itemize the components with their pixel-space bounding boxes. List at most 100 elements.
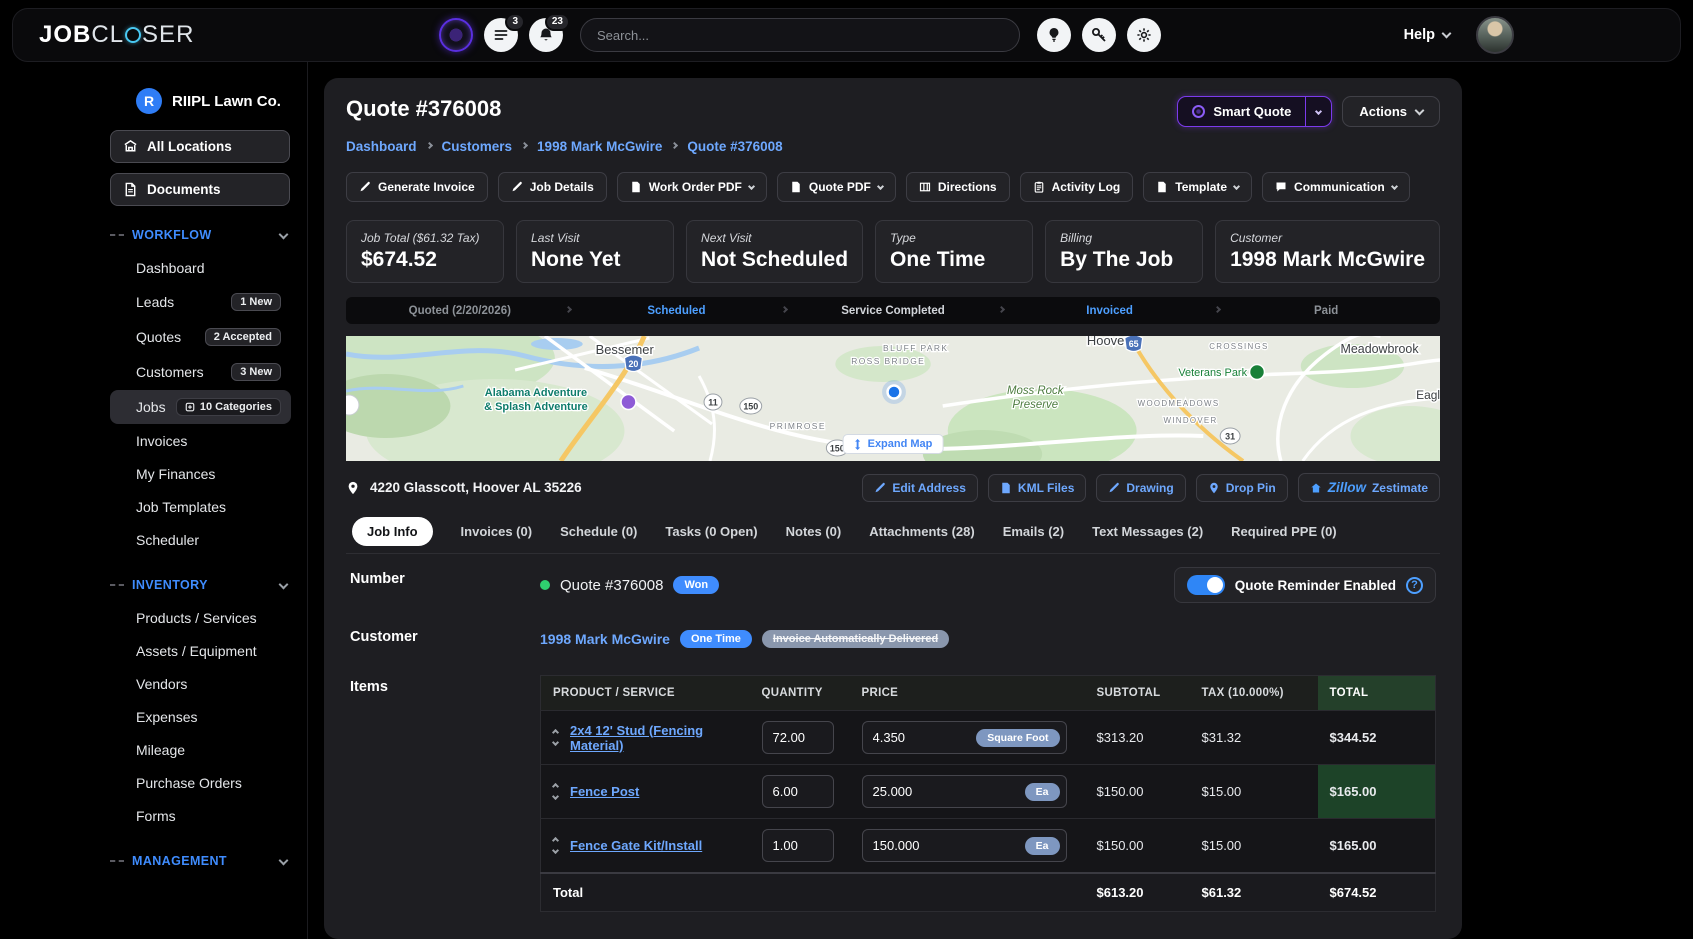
kml-files-button[interactable]: KML Files xyxy=(988,474,1086,502)
actions-button[interactable]: Actions xyxy=(1342,96,1440,127)
product-link[interactable]: Fence Gate Kit/Install xyxy=(570,838,702,853)
activity-log-button[interactable]: Activity Log xyxy=(1020,172,1134,202)
drawing-button[interactable]: Drawing xyxy=(1096,474,1185,502)
unit-badge: Square Foot xyxy=(976,729,1059,747)
sidebar-item-vendors[interactable]: Vendors xyxy=(110,668,291,700)
item-label: Products / Services xyxy=(136,610,257,626)
quantity-input[interactable] xyxy=(762,829,834,862)
map-location-pin[interactable] xyxy=(888,386,901,399)
user-avatar[interactable] xyxy=(1476,16,1514,54)
map-label-ross-bridge: ROSS BRIDGE xyxy=(851,356,925,366)
pipeline-invoiced[interactable]: Invoiced xyxy=(1004,305,1216,317)
one-time-badge: One Time xyxy=(680,630,752,648)
svg-text:20: 20 xyxy=(628,359,638,369)
work-order-pdf-button[interactable]: Work Order PDF xyxy=(617,172,767,202)
sidebar-item-leads[interactable]: Leads1 New xyxy=(110,285,291,319)
map-poi-amusement-icon[interactable] xyxy=(621,395,636,410)
status-pipeline: Quoted (2/20/2026) Scheduled Service Com… xyxy=(346,297,1440,324)
zillow-zestimate-button[interactable]: Zillow Zestimate xyxy=(1298,473,1440,502)
pipeline-service-completed[interactable]: Service Completed xyxy=(787,305,999,317)
move-down-icon[interactable] xyxy=(552,739,559,746)
map[interactable]: Bessemer Hoover Meadowbrook Eagle ROSS B… xyxy=(346,336,1440,461)
help-menu[interactable]: Help xyxy=(1404,27,1450,43)
map-label-alabama-adventure-1: Alabama Adventure xyxy=(485,387,587,399)
sidebar-item-dashboard[interactable]: Dashboard xyxy=(110,252,291,284)
quantity-input[interactable] xyxy=(762,721,834,754)
map-poi-park-icon[interactable] xyxy=(1250,365,1265,380)
tab-attachments[interactable]: Attachments (28) xyxy=(869,524,974,539)
task-list-button[interactable]: 3 xyxy=(484,18,518,52)
notifications-button[interactable]: 23 xyxy=(529,18,563,52)
topbar: JOBCLSER 3 23 Help xyxy=(12,8,1681,62)
sidebar-item-customers[interactable]: Customers3 New xyxy=(110,355,291,389)
documents-button[interactable]: Documents xyxy=(110,173,290,206)
breadcrumb-customer[interactable]: 1998 Mark McGwire xyxy=(537,139,662,154)
sidebar-item-purchase-orders[interactable]: Purchase Orders xyxy=(110,767,291,799)
tab-required-ppe[interactable]: Required PPE (0) xyxy=(1231,524,1336,539)
sidebar-item-forms[interactable]: Forms xyxy=(110,800,291,832)
stat-job-total: Job Total ($61.32 Tax) $674.52 xyxy=(346,220,504,283)
sidebar-item-mileage[interactable]: Mileage xyxy=(110,734,291,766)
breadcrumb-dashboard[interactable]: Dashboard xyxy=(346,139,417,154)
search-input[interactable] xyxy=(580,18,1020,52)
sidebar-item-jobs[interactable]: Jobs 10 Categories xyxy=(110,390,291,424)
breadcrumb-quote[interactable]: Quote #376008 xyxy=(687,139,782,154)
ideas-button[interactable] xyxy=(1037,18,1071,52)
tab-tasks[interactable]: Tasks (0 Open) xyxy=(665,524,757,539)
reminder-help-icon[interactable]: ? xyxy=(1406,577,1423,594)
jobs-categories-badge: 10 Categories xyxy=(176,398,281,416)
tab-emails[interactable]: Emails (2) xyxy=(1003,524,1064,539)
product-link[interactable]: Fence Post xyxy=(570,784,639,799)
move-down-icon[interactable] xyxy=(552,793,559,800)
map-shield-31: 31 xyxy=(1220,428,1240,444)
section-management[interactable]: MANAGEMENT xyxy=(110,854,287,868)
communication-button[interactable]: Communication xyxy=(1262,172,1410,202)
sidebar-item-expenses[interactable]: Expenses xyxy=(110,701,291,733)
job-details-button[interactable]: Job Details xyxy=(498,172,607,202)
sidebar-item-quotes[interactable]: Quotes2 Accepted xyxy=(110,320,291,354)
move-up-icon[interactable] xyxy=(552,783,559,790)
documents-label: Documents xyxy=(147,182,221,197)
settings-button[interactable] xyxy=(1127,18,1161,52)
generate-invoice-button[interactable]: Generate Invoice xyxy=(346,172,488,202)
customer-link[interactable]: 1998 Mark McGwire xyxy=(540,631,670,647)
edit-address-button[interactable]: Edit Address xyxy=(862,474,978,502)
company-switcher[interactable]: R RIIPL Lawn Co. xyxy=(136,88,291,114)
drop-pin-button[interactable]: Drop Pin xyxy=(1196,474,1288,502)
brand-orb-icon[interactable] xyxy=(439,18,473,52)
section-workflow[interactable]: WORKFLOW xyxy=(110,228,287,242)
move-up-icon[interactable] xyxy=(552,837,559,844)
stat-next-visit: Next Visit Not Scheduled xyxy=(686,220,863,283)
sidebar-item-invoices[interactable]: Invoices xyxy=(110,425,291,457)
section-inventory[interactable]: INVENTORY xyxy=(110,578,287,592)
tab-notes[interactable]: Notes (0) xyxy=(786,524,842,539)
sidebar-item-scheduler[interactable]: Scheduler xyxy=(110,524,291,556)
move-up-icon[interactable] xyxy=(552,729,559,736)
sidebar-item-products-services[interactable]: Products / Services xyxy=(110,602,291,634)
pipeline-scheduled[interactable]: Scheduled xyxy=(571,305,783,317)
directions-button[interactable]: Directions xyxy=(906,172,1010,202)
app-logo[interactable]: JOBCLSER xyxy=(39,21,439,49)
product-link[interactable]: 2x4 12' Stud (Fencing Material) xyxy=(570,723,738,753)
expand-map-button[interactable]: Expand Map xyxy=(843,434,944,454)
quote-pdf-button[interactable]: Quote PDF xyxy=(777,172,896,202)
quantity-input[interactable] xyxy=(762,775,834,808)
quote-reminder-toggle[interactable] xyxy=(1187,575,1225,595)
sidebar-item-assets-equipment[interactable]: Assets / Equipment xyxy=(110,635,291,667)
sidebar-item-job-templates[interactable]: Job Templates xyxy=(110,491,291,523)
move-down-icon[interactable] xyxy=(552,847,559,854)
chevron-right-icon xyxy=(671,142,678,149)
tab-text-messages[interactable]: Text Messages (2) xyxy=(1092,524,1203,539)
sidebar-item-my-finances[interactable]: My Finances xyxy=(110,458,291,490)
tab-schedule[interactable]: Schedule (0) xyxy=(560,524,637,539)
pipeline-quoted[interactable]: Quoted (2/20/2026) xyxy=(354,305,566,317)
smart-quote-caret-button[interactable] xyxy=(1305,97,1331,126)
all-locations-button[interactable]: All Locations xyxy=(110,130,290,163)
keys-button[interactable] xyxy=(1082,18,1116,52)
tab-job-info[interactable]: Job Info xyxy=(352,517,433,546)
breadcrumb-customers[interactable]: Customers xyxy=(442,139,513,154)
pipeline-paid[interactable]: Paid xyxy=(1220,305,1432,317)
template-button[interactable]: Template xyxy=(1143,172,1252,202)
tab-invoices[interactable]: Invoices (0) xyxy=(461,524,533,539)
smart-quote-button[interactable]: Smart Quote xyxy=(1178,97,1305,126)
